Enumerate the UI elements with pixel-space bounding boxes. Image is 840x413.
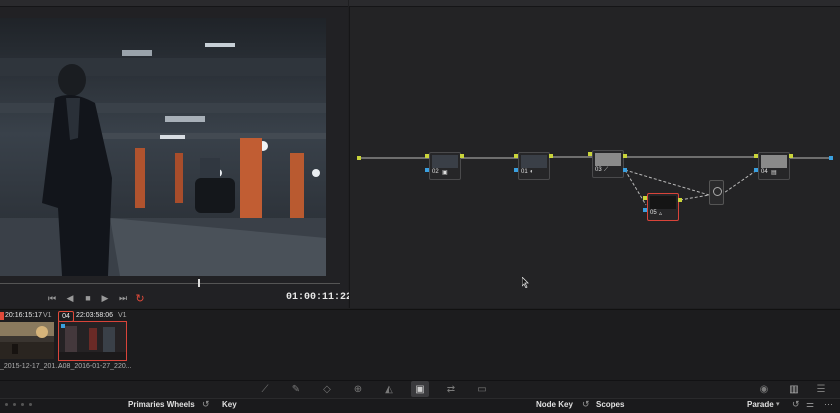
page-dot[interactable]	[13, 403, 16, 406]
node-label: 02	[432, 169, 439, 175]
node-key-output-port[interactable]	[623, 168, 627, 172]
tracker-icon[interactable]: ⊕	[349, 381, 367, 397]
curves-icon[interactable]: ⟋	[256, 381, 274, 397]
node-thumbnail	[761, 155, 787, 168]
settings-icon[interactable]: ☰	[812, 381, 830, 397]
output-port[interactable]	[829, 156, 833, 160]
node-thumbnail	[432, 155, 458, 168]
video-image	[0, 18, 326, 276]
primaries-wheels-label[interactable]: Primaries Wheels	[128, 400, 195, 409]
sizing-icon[interactable]: ⇄	[442, 381, 460, 397]
node-output-port[interactable]	[789, 154, 793, 158]
qualifier-eyedropper-icon[interactable]: ✎	[287, 381, 305, 397]
reset-icon[interactable]: ↺	[792, 399, 800, 410]
timeline-scrubber[interactable]	[0, 283, 340, 284]
clip-thumbnail-selected[interactable]	[58, 321, 127, 361]
scopes-label[interactable]: Scopes	[596, 400, 624, 409]
playhead-handle[interactable]	[198, 279, 200, 287]
node-input-port[interactable]	[643, 196, 647, 200]
more-options-icon[interactable]: ⋯	[824, 399, 833, 410]
clip-timecode: 20:16:15:17	[5, 312, 42, 319]
scopes-icon[interactable]: ▥	[785, 381, 803, 397]
3d-icon[interactable]: ▭	[473, 381, 491, 397]
node-output-port[interactable]	[623, 154, 627, 158]
stop-icon[interactable]: ■	[81, 291, 95, 305]
viewer-timecode: 01:00:11:22	[286, 292, 353, 303]
node-label: 03	[595, 167, 602, 173]
node-05[interactable]: 05 ▵	[647, 193, 679, 221]
node-thumbnail	[521, 155, 547, 168]
palette-bar	[0, 398, 840, 413]
node-thumbnail	[650, 196, 676, 209]
node-04[interactable]: 04 ▤	[758, 152, 790, 180]
viewer-toggle-icon[interactable]: ◉	[755, 381, 773, 397]
clip-filename: _2015-12-17_201...	[0, 363, 62, 370]
video-frame[interactable]	[0, 18, 326, 276]
node-qualifier-icon: ▣	[442, 170, 448, 176]
key-mixer-node[interactable]	[709, 180, 724, 205]
node-01[interactable]: 01 ◐	[518, 152, 550, 180]
window-icon[interactable]: ◇	[318, 381, 336, 397]
node-layer-icon: ▤	[771, 170, 777, 176]
node-key-label[interactable]: Node Key	[536, 400, 573, 409]
node-input-port[interactable]	[514, 154, 518, 158]
node-key-icon: ▵	[659, 211, 663, 217]
chevron-down-icon[interactable]: ▾	[776, 400, 780, 408]
node-input-port[interactable]	[588, 152, 592, 156]
clip-thumbnail[interactable]	[0, 322, 54, 359]
page-dot[interactable]	[21, 403, 24, 406]
node-key-port[interactable]	[643, 208, 647, 212]
play-icon[interactable]: ▶	[98, 291, 112, 305]
node-03[interactable]: 03 ⟋	[592, 150, 624, 178]
clip-track: V1	[118, 312, 127, 319]
node-thumbnail	[595, 153, 621, 166]
node-output-port[interactable]	[678, 198, 682, 202]
play-reverse-icon[interactable]: ◀	[63, 291, 77, 305]
clip-image	[59, 322, 126, 360]
node-label: 05	[650, 210, 657, 216]
input-port[interactable]	[357, 156, 361, 160]
node-output-port[interactable]	[549, 154, 553, 158]
node-02[interactable]: 02 ▣	[429, 152, 461, 180]
clip-track: V1	[43, 312, 52, 319]
clip-number-badge	[0, 312, 4, 320]
node-key-port[interactable]	[754, 168, 758, 172]
clip-filename: A08_2016-01-27_220...	[58, 363, 132, 370]
node-input-port[interactable]	[754, 154, 758, 158]
page-dot[interactable]	[29, 403, 32, 406]
loop-icon[interactable]: ↻	[133, 291, 147, 305]
node-key-port[interactable]	[425, 168, 429, 172]
node-key-port[interactable]	[514, 168, 518, 172]
key-palette-icon[interactable]: ▣	[411, 381, 429, 397]
skip-forward-icon[interactable]: ⏭	[116, 291, 130, 305]
mouse-cursor-icon	[522, 277, 529, 288]
eyedropper-icon: ⟋	[604, 167, 609, 173]
node-output-port[interactable]	[460, 154, 464, 158]
clip-timecode: 22:03:58:06	[76, 312, 113, 319]
sliders-icon[interactable]: ⚌	[806, 399, 814, 410]
blur-icon[interactable]: ◭	[380, 381, 398, 397]
skip-back-icon[interactable]: ⏮	[45, 291, 59, 305]
page-dot[interactable]	[5, 403, 8, 406]
reset-icon[interactable]: ↺	[202, 399, 210, 410]
clip-image	[0, 322, 54, 359]
key-label[interactable]: Key	[222, 400, 237, 409]
scope-mode-select[interactable]: Parade	[747, 400, 774, 409]
node-label: 04	[761, 169, 768, 175]
viewer-header	[0, 0, 348, 7]
reset-icon[interactable]: ↺	[582, 399, 590, 410]
mixer-icon	[713, 187, 722, 196]
node-wheel-icon: ◐	[530, 169, 534, 175]
node-label: 01	[521, 169, 528, 175]
node-input-port[interactable]	[425, 154, 429, 158]
